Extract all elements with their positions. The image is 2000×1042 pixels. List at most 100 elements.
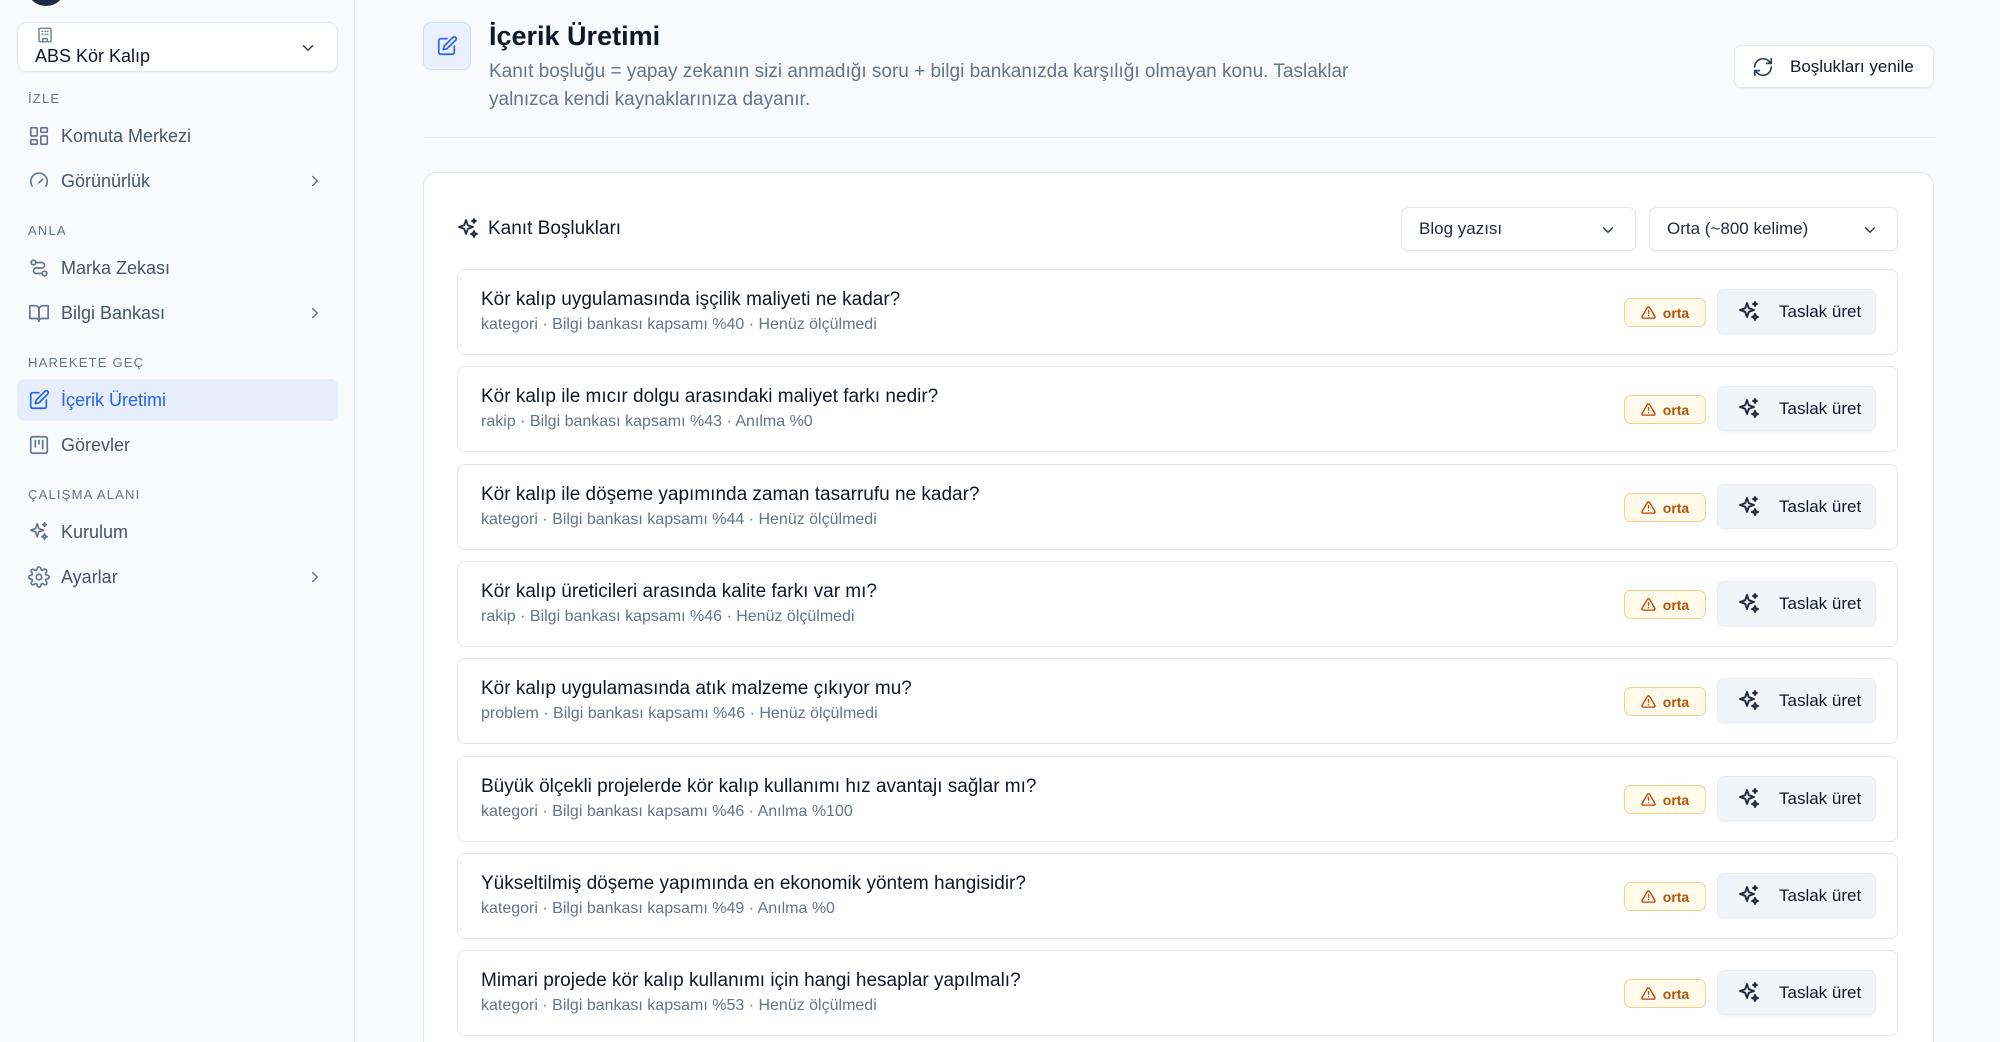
page-title: İçerik Üretimi [489,21,661,51]
gap-meta: kategori · Bilgi bankası kapsamı %46 · A… [481,803,853,820]
book-open-icon [28,302,50,324]
generate-draft-label: Taslak üret [1779,788,1862,808]
warning-icon [1641,694,1663,709]
sparkles-icon [456,217,488,241]
gap-row: Kör kalıp uygulamasında işçilik maliyeti… [457,269,1898,355]
page-description: Kanıt boşluğu = yapay zekanın sizi anmad… [489,61,1349,110]
severity-badge: orta [1624,687,1706,716]
sidebar-item-marka-zekasi[interactable]: Marka Zekası [17,247,338,289]
gap-meta: problem · Bilgi bankası kapsamı %46 · He… [481,705,878,722]
sidebar-item-label: Görevler [61,434,131,455]
workspace-select[interactable]: ABS Kör Kalıp [17,22,338,72]
section-label-calisma-alani: ÇALIŞMA ALANI [28,487,141,502]
gear-icon [28,566,50,588]
gap-question: Yükseltilmiş döşeme yapımında en ekonomi… [481,873,1026,894]
avatar[interactable] [27,0,65,6]
sidebar-item-gorunurluk[interactable]: Görünürlük [17,160,338,202]
sidebar-item-label: İçerik Üretimi [61,389,167,410]
generate-draft-button[interactable]: Taslak üret [1717,678,1876,723]
dashboard-icon [28,125,50,147]
workspace-name: ABS Kör Kalıp [35,46,151,66]
refresh-icon [1752,56,1790,78]
chevron-down-icon [299,39,317,57]
sparkles-icon [1737,689,1779,713]
severity-label: orta [1662,596,1690,613]
generate-draft-label: Taslak üret [1779,690,1862,710]
sidebar-item-icerik-uretimi[interactable]: İçerik Üretimi [17,379,338,421]
route-icon [28,257,50,279]
sidebar-item-label: Görünürlük [61,170,151,191]
sparkles-icon [1737,592,1779,616]
warning-icon [1641,792,1663,807]
length-select[interactable]: Orta (~800 kelime) [1649,207,1898,251]
kanban-icon [28,434,50,456]
generate-draft-label: Taslak üret [1779,982,1862,1002]
gap-row: Kör kalıp ile döşeme yapımında zaman tas… [457,464,1898,550]
chevron-down-icon [1599,221,1617,239]
severity-label: orta [1662,304,1690,321]
chevron-right-icon [306,304,324,322]
sidebar-item-bilgi-bankasi[interactable]: Bilgi Bankası [17,292,338,334]
length-select-value: Orta (~800 kelime) [1667,219,1809,238]
generate-draft-button[interactable]: Taslak üret [1717,289,1876,334]
gap-question: Kör kalıp uygulamasında atık malzeme çık… [481,678,912,699]
sparkles-icon [1737,495,1779,519]
generate-draft-label: Taslak üret [1779,398,1862,418]
sidebar-item-label: Kurulum [61,521,129,542]
gap-row: Kör kalıp ile mıcır dolgu arasındaki mal… [457,366,1898,452]
sidebar-item-ayarlar[interactable]: Ayarlar [17,556,338,598]
gap-question: Kör kalıp ile döşeme yapımında zaman tas… [481,484,980,505]
warning-icon [1641,500,1663,515]
gap-question: Kör kalıp ile mıcır dolgu arasındaki mal… [481,386,939,407]
generate-draft-button[interactable]: Taslak üret [1717,386,1876,431]
severity-badge: orta [1624,882,1706,911]
sparkles-icon [1737,981,1779,1005]
gap-meta: kategori · Bilgi bankası kapsamı %49 · A… [481,900,835,917]
severity-label: orta [1662,888,1690,905]
gap-row: Kör kalıp üreticileri arasında kalite fa… [457,561,1898,647]
edit-icon [28,389,50,411]
gap-question: Mimari projede kör kalıp kullanımı için … [481,970,1021,991]
gap-meta: kategori · Bilgi bankası kapsamı %53 · H… [481,997,877,1014]
sidebar-item-label: Bilgi Bankası [61,302,166,323]
sidebar-item-label: Ayarlar [61,566,118,587]
gap-row: Büyük ölçekli projelerde kör kalıp kulla… [457,756,1898,842]
section-label-anla: ANLA [28,223,67,238]
gap-meta: rakip · Bilgi bankası kapsamı %43 · Anıl… [481,413,813,430]
sidebar-item-komuta-merkezi[interactable]: Komuta Merkezi [17,115,338,157]
gap-row: Mimari projede kör kalıp kullanımı için … [457,950,1898,1036]
gap-question: Kör kalıp üreticileri arasında kalite fa… [481,581,877,602]
warning-icon [1641,402,1663,417]
generate-draft-button[interactable]: Taslak üret [1717,776,1876,821]
warning-icon [1641,986,1663,1001]
format-select-value: Blog yazısı [1419,219,1503,238]
severity-badge: orta [1624,298,1706,327]
generate-draft-button[interactable]: Taslak üret [1717,970,1876,1015]
format-select[interactable]: Blog yazısı [1401,207,1636,251]
section-label-izle: İZLE [28,91,61,106]
generate-draft-button[interactable]: Taslak üret [1717,484,1876,529]
sidebar-item-kurulum[interactable]: Kurulum [17,511,338,553]
gap-question: Büyük ölçekli projelerde kör kalıp kulla… [481,776,1037,797]
building-icon [36,26,54,44]
sparkles-icon [1737,787,1779,811]
warning-icon [1641,305,1663,320]
severity-label: orta [1662,791,1690,808]
generate-draft-button[interactable]: Taslak üret [1717,873,1876,918]
edit-icon [423,22,471,70]
generate-draft-button[interactable]: Taslak üret [1717,581,1876,626]
severity-badge: orta [1624,590,1706,619]
gap-row: Yükseltilmiş döşeme yapımında en ekonomi… [457,853,1898,939]
chevron-right-icon [306,568,324,586]
warning-icon [1641,597,1663,612]
generate-draft-label: Taslak üret [1779,496,1862,516]
gap-row: Kör kalıp uygulamasında atık malzeme çık… [457,658,1898,744]
sidebar-item-gorevler[interactable]: Görevler [17,424,338,466]
severity-badge: orta [1624,979,1706,1008]
generate-draft-label: Taslak üret [1779,593,1862,613]
chevron-down-icon [1861,221,1879,239]
gap-meta: kategori · Bilgi bankası kapsamı %40 · H… [481,316,877,333]
generate-draft-label: Taslak üret [1779,885,1862,905]
refresh-gaps-button[interactable]: Boşlukları yenile [1734,45,1934,88]
gap-meta: kategori · Bilgi bankası kapsamı %44 · H… [481,511,877,528]
